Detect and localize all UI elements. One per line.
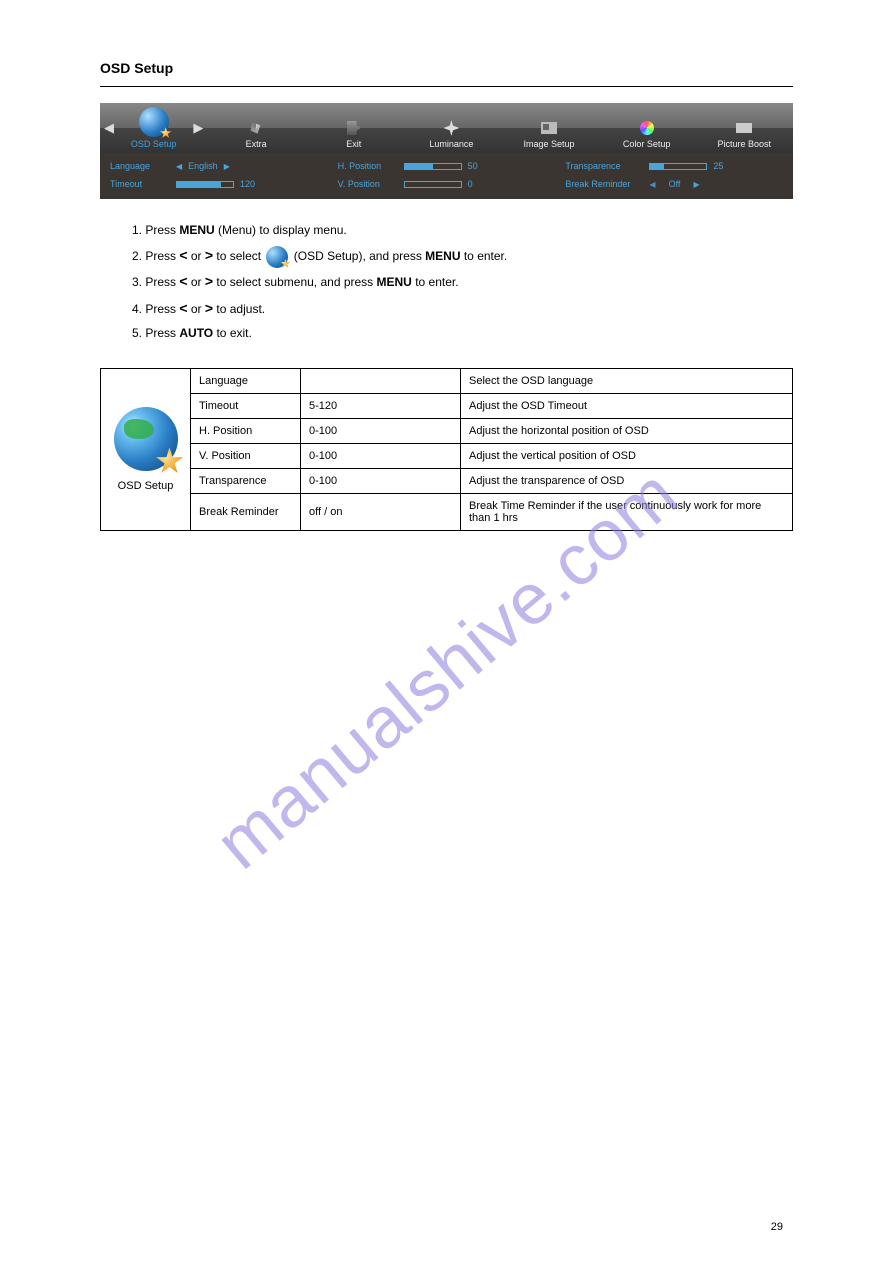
step-3: 3. Press < or > to select submenu, and p… [132, 268, 793, 295]
horizontal-rule [100, 86, 793, 87]
table-row: H. Position0-100Adjust the horizontal po… [101, 419, 793, 444]
step-5: 5. Press AUTO to exit. [132, 322, 793, 345]
brightness-icon [442, 119, 460, 137]
chevron-right-icon[interactable]: ▶ [193, 120, 203, 136]
triangle-left-icon[interactable]: ◀ [649, 180, 655, 189]
cell-desc: Select the OSD language [461, 369, 793, 394]
setting-transparence[interactable]: Transparence 25 [565, 161, 783, 171]
cell-name: Timeout [191, 394, 301, 419]
osd-tab-image-setup[interactable]: Image Setup [500, 103, 598, 153]
cell-name: Break Reminder [191, 494, 301, 531]
setting-label: Break Reminder [565, 179, 643, 189]
globe-gear-icon [139, 107, 169, 137]
osd-panel: ◀ OSD Setup ▶ Extra Exit Luminance Image… [100, 103, 793, 199]
setting-language[interactable]: Language ◀ English ▶ [110, 161, 328, 171]
cell-desc: Adjust the vertical position of OSD [461, 444, 793, 469]
osd-tab-color-setup[interactable]: Color Setup [598, 103, 696, 153]
step-2: 2. Press < or > to select (OSD Setup), a… [132, 242, 793, 269]
setting-timeout[interactable]: Timeout 120 [110, 179, 328, 189]
cell-range: off / on [301, 494, 461, 531]
tools-icon [247, 119, 265, 137]
cell-name: Language [191, 369, 301, 394]
tab-label: OSD Setup [131, 139, 177, 149]
cell-range: 0-100 [301, 419, 461, 444]
color-wheel-icon [638, 119, 656, 137]
setting-break-reminder[interactable]: Break Reminder ◀ Off ▶ [565, 179, 783, 189]
tab-label: Picture Boost [717, 139, 771, 149]
greater-than-icon: > [205, 273, 213, 289]
setting-label: V. Position [338, 179, 398, 189]
slider[interactable] [404, 163, 462, 170]
less-than-icon: < [179, 300, 187, 316]
cell-name: H. Position [191, 419, 301, 444]
setting-value: Off [662, 179, 688, 189]
cell-desc: Adjust the horizontal position of OSD [461, 419, 793, 444]
cell-name: Transparence [191, 469, 301, 494]
setting-label: Timeout [110, 179, 170, 189]
slider[interactable] [404, 181, 462, 188]
triangle-right-icon[interactable]: ▶ [224, 162, 230, 171]
cell-range: 0-100 [301, 469, 461, 494]
globe-gear-icon [266, 246, 288, 268]
osd-tab-extra[interactable]: Extra [207, 103, 305, 153]
cell-name: V. Position [191, 444, 301, 469]
setting-v-position[interactable]: V. Position 0 [338, 179, 556, 189]
table-row: V. Position0-100Adjust the vertical posi… [101, 444, 793, 469]
icon-caption: OSD Setup [109, 480, 182, 492]
less-than-icon: < [179, 247, 187, 263]
tab-label: Luminance [429, 139, 473, 149]
setting-value: 0 [468, 179, 488, 189]
osd-tab-bar: ◀ OSD Setup ▶ Extra Exit Luminance Image… [100, 103, 793, 153]
table-row: Break Reminderoff / onBreak Time Reminde… [101, 494, 793, 531]
setting-label: Transparence [565, 161, 643, 171]
step-1: 1. Press MENU (Menu) to display menu. [132, 219, 793, 242]
setting-value: 120 [240, 179, 260, 189]
setting-label: H. Position [338, 161, 398, 171]
greater-than-icon: > [205, 300, 213, 316]
chevron-left-icon[interactable]: ◀ [104, 120, 114, 136]
picture-boost-icon [735, 119, 753, 137]
section-title: OSD Setup [100, 60, 793, 76]
step-4: 4. Press < or > to adjust. [132, 295, 793, 322]
cell-range [301, 369, 461, 394]
greater-than-icon: > [205, 247, 213, 263]
exit-icon [345, 119, 363, 137]
cell-range: 0-100 [301, 444, 461, 469]
table-row: Transparence0-100Adjust the transparence… [101, 469, 793, 494]
tab-label: Image Setup [523, 139, 574, 149]
triangle-left-icon[interactable]: ◀ [176, 162, 182, 171]
osd-tab-luminance[interactable]: Luminance [403, 103, 501, 153]
setting-h-position[interactable]: H. Position 50 [338, 161, 556, 171]
cell-range: 5-120 [301, 394, 461, 419]
osd-tab-picture-boost[interactable]: Picture Boost [695, 103, 793, 153]
table-row: Timeout5-120Adjust the OSD Timeout [101, 394, 793, 419]
image-icon [540, 119, 558, 137]
tab-label: Exit [346, 139, 361, 149]
settings-table: OSD Setup Language Select the OSD langua… [100, 368, 793, 531]
cell-desc: Break Time Reminder if the user continuo… [461, 494, 793, 531]
osd-tab-osd-setup[interactable]: ◀ OSD Setup ▶ [100, 103, 207, 153]
slider[interactable] [176, 181, 234, 188]
triangle-right-icon[interactable]: ▶ [694, 180, 700, 189]
table-row: OSD Setup Language Select the OSD langua… [101, 369, 793, 394]
cell-desc: Adjust the OSD Timeout [461, 394, 793, 419]
setting-value: English [188, 161, 218, 171]
globe-gear-icon [114, 407, 178, 471]
cell-desc: Adjust the transparence of OSD [461, 469, 793, 494]
instruction-steps: 1. Press MENU (Menu) to display menu. 2.… [132, 219, 793, 344]
less-than-icon: < [179, 273, 187, 289]
osd-settings-area: Language ◀ English ▶ Timeout 120 H. Positi… [100, 153, 793, 199]
tab-label: Color Setup [623, 139, 671, 149]
tab-label: Extra [246, 139, 267, 149]
icon-cell: OSD Setup [101, 369, 191, 531]
setting-label: Language [110, 161, 170, 171]
page-number: 29 [771, 1221, 783, 1233]
osd-tab-exit[interactable]: Exit [305, 103, 403, 153]
setting-value: 25 [713, 161, 733, 171]
setting-value: 50 [468, 161, 488, 171]
slider[interactable] [649, 163, 707, 170]
